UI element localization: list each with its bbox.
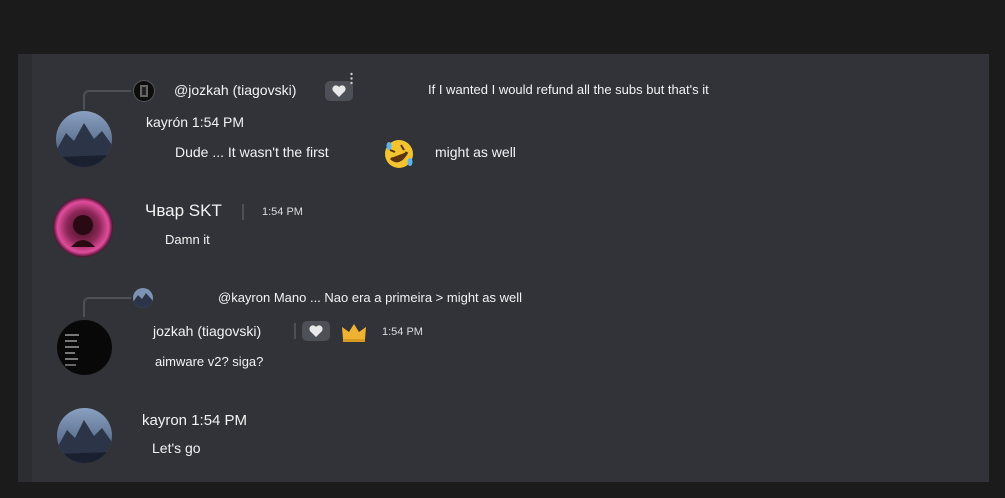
dots-icon [350, 72, 353, 86]
timestamp: 1:54 PM [382, 326, 423, 338]
dark-avatar-image [57, 320, 112, 375]
reply-avatar-image [140, 85, 148, 97]
avatar-jozkah[interactable] [57, 320, 112, 375]
crown-icon [340, 321, 368, 343]
avatar-kayron[interactable] [57, 408, 112, 463]
reply-avatar[interactable] [133, 80, 155, 102]
author-chvar[interactable]: Чвар SKT [145, 201, 222, 221]
message-text: Dude ... It wasn't the first [175, 144, 329, 160]
mountain-avatar-image [133, 288, 153, 308]
message-text: Let's go [152, 440, 201, 456]
user-badge[interactable] [302, 321, 330, 341]
reply-connector [83, 297, 131, 317]
chat-left-gutter [18, 54, 32, 482]
reply-message-text[interactable]: @kayron Mano ... Nao era a primeira > mi… [218, 290, 522, 305]
message-text: Damn it [165, 232, 210, 247]
user-badge[interactable] [325, 81, 353, 101]
message-text-continued: might as well [435, 144, 516, 160]
author-jozkah[interactable]: jozkah (tiagovski) [153, 323, 261, 339]
mountain-avatar-image [57, 408, 112, 463]
message-text: aimware v2? siga? [155, 354, 264, 369]
avatar-chvar[interactable] [53, 197, 113, 257]
name-divider [242, 204, 244, 220]
rolling-laughing-emoji [383, 138, 415, 170]
timestamp: 1:54 PM [262, 206, 303, 218]
reply-username[interactable]: @jozkah (tiagovski) [174, 82, 296, 98]
author-time-kayron[interactable]: kayrón 1:54 PM [146, 114, 244, 130]
avatar-kayron[interactable] [56, 111, 112, 167]
pink-glow-avatar-image [53, 197, 113, 257]
reply-message-text[interactable]: If I wanted I would refund all the subs … [428, 82, 709, 97]
author-time-kayron[interactable]: kayron 1:54 PM [142, 412, 247, 429]
heart-icon [309, 325, 323, 337]
mountain-avatar-image [56, 111, 112, 167]
name-divider [294, 323, 296, 339]
reply-connector [83, 90, 131, 110]
heart-icon [332, 85, 346, 97]
reply-avatar[interactable] [133, 288, 153, 308]
